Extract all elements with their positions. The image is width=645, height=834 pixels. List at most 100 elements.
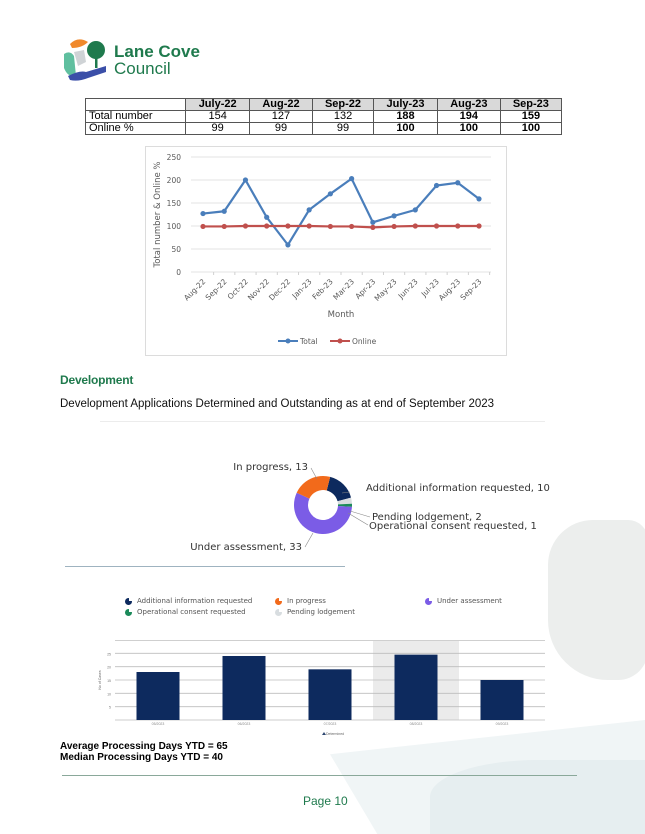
y-tick-label: 10 [107,692,111,696]
data-point-total [327,191,333,197]
series-line-total [202,176,480,247]
legend-item: Operational consent requested [125,608,246,616]
divider [100,421,545,422]
column-header: July-22 [185,98,251,111]
pie-legend-icon [125,608,132,616]
table-cell: 100 [373,122,438,135]
bar [308,669,352,720]
x-tick-label: Jan-23 [290,277,314,301]
legend-marker-online [337,338,343,344]
logo-emblem-icon [64,39,106,81]
bar [222,656,266,720]
table-cell: 100 [499,122,563,135]
legend-label: Pending lodgement [287,608,355,616]
x-tick-label: May-23 [373,277,399,303]
background-wave-shape-2 [430,760,645,834]
y-tick-label: 5 [109,706,111,710]
legend-label: Additional information requested [137,597,253,605]
section-subtitle: Development Applications Determined and … [60,398,495,410]
table-cell: 188 [373,110,438,123]
data-point-total [221,208,227,214]
donut-data-label: In progress, 13 [233,462,308,473]
legend-item: Pending lodgement [275,608,355,616]
online-applications-line-chart: 0 50 100 150 200 250 Aug-22 Sep-22 Oct-22 Nov-22 D… [145,146,507,356]
legend-label: Operational consent requested [137,608,246,616]
x-tick-label: Aug-23 [437,277,463,303]
legend-label: Under assessment [437,597,502,605]
y-tick-label: 25 [107,652,111,656]
data-point-total [200,210,206,217]
data-point-total [455,180,461,186]
row-label: Online % [84,122,187,135]
donut-slice [326,476,352,502]
y-axis-title: Total number & Online % [153,162,163,269]
x-tick-label: 09/2023 [496,722,509,726]
table-row: Total number 154 127 132 188 194 159 [84,110,563,123]
bar-chart-svg: 5 10 15 20 25 No of Cases 05/2023 06/2023 07/202… [98,640,545,736]
page-number: Page 10 [303,794,348,808]
column-header: Aug-22 [249,98,313,111]
data-point-online [433,223,440,229]
data-point-total [285,242,291,248]
x-tick-label: 05/2023 [152,722,165,726]
table-cell: 154 [185,110,251,123]
data-point-online [221,223,227,230]
data-point-online [306,223,312,229]
y-tick-label: 250 [167,153,182,162]
y-tick-label: 50 [171,245,181,254]
table-cell: 100 [436,122,501,135]
x-tick-label: Feb-23 [310,277,335,302]
pie-legend-icon [275,597,282,605]
pie-legend-icon [425,597,432,605]
y-tick-label: 20 [107,666,111,670]
average-processing-days: Average Processing Days YTD = 65 [60,741,228,752]
x-tick-label: Jun-23 [396,277,420,301]
column-header [84,98,187,111]
applications-status-donut-chart: Additional information requested, 10 Pend… [180,455,560,565]
legend-item: Additional information requested [125,597,252,605]
column-header: Sep-23 [499,98,563,111]
online-stats-table: July-22 Aug-22 Sep-22 July-23 Aug-23 Sep… [84,98,563,135]
donut-data-label: Additional information requested, 10 [366,483,550,494]
table-row: Online % 99 99 99 100 100 100 [84,122,563,135]
x-tick-label: Dec-22 [267,277,292,302]
table-header-row: July-22 Aug-22 Sep-22 July-23 Aug-23 Sep… [84,98,563,111]
section-heading: Development [60,373,134,387]
bar [136,672,180,720]
table-cell: 159 [499,110,563,123]
x-axis-title: Month [328,310,355,320]
determined-applications-bar-chart: 5 10 15 20 25 No of Cases 05/2023 06/2023 07/202… [95,640,545,740]
legend-label: Total [299,337,318,346]
data-point-online [264,223,270,229]
data-point-online [242,223,249,229]
row-label: Total number [84,110,187,123]
data-point-total [306,207,312,213]
y-tick-label: 15 [107,679,111,683]
table-cell: 99 [311,122,375,135]
data-point-total [476,196,482,202]
x-tick-label: 07/2023 [324,722,337,726]
data-point-online [200,223,206,230]
bar [394,654,438,720]
data-point-total [412,207,418,213]
background-tree-shape [548,520,645,680]
line-chart-svg: 050100150200250Aug-22Sep-22Oct-22Nov-22D… [153,153,491,346]
legend-marker-total [285,338,291,344]
data-point-online [349,223,355,230]
logo-name-line2: Council [114,59,171,78]
x-tick-label: Sep-22 [204,277,229,302]
median-processing-days: Median Processing Days YTD = 40 [60,752,223,763]
data-point-online [391,223,397,230]
column-header: Sep-22 [311,98,375,111]
x-tick-label: 06/2023 [238,722,251,726]
legend-label: Determined [326,732,344,736]
divider [65,566,345,567]
data-point-online [476,223,482,229]
table-cell: 194 [436,110,501,123]
data-point-online [285,223,291,229]
legend-item: In progress [275,597,326,605]
footer-divider [62,775,577,776]
table-cell: 132 [311,110,375,123]
data-point-online [412,223,418,229]
column-header: July-23 [373,98,438,111]
